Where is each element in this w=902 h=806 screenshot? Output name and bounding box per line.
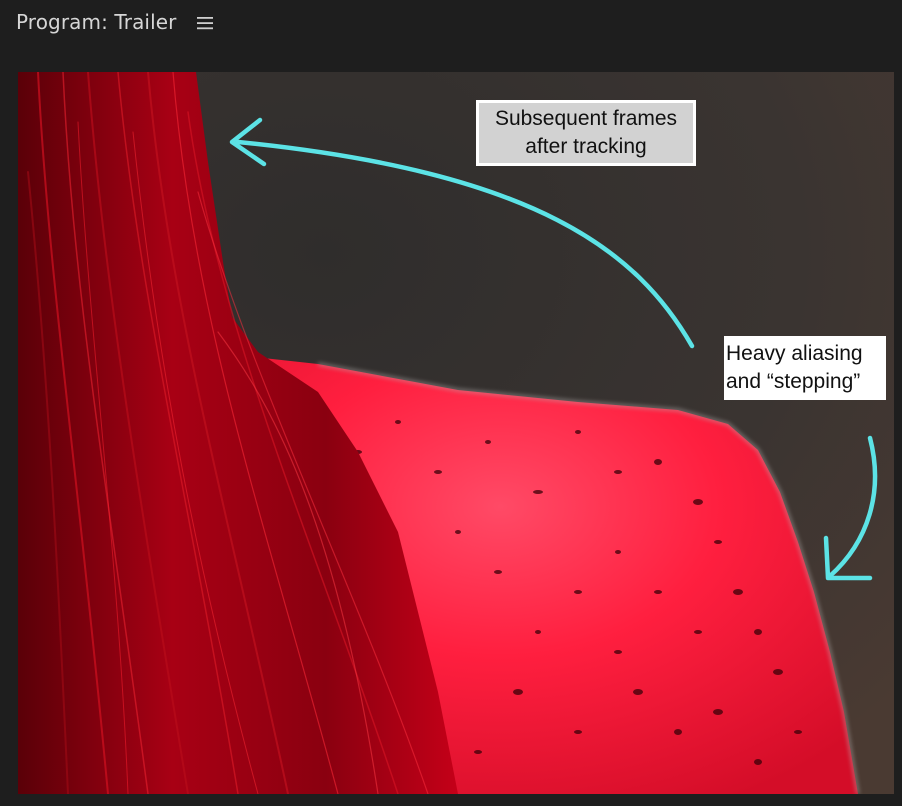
- annotation-top-line1: Subsequent frames: [494, 107, 678, 130]
- video-frame: [18, 72, 894, 794]
- annotation-top-line2: after tracking: [525, 135, 647, 158]
- annotation-right-line2: and “stepping”: [726, 370, 861, 393]
- panel-title: Program: Trailer: [16, 10, 177, 34]
- annotation-right-line1: Heavy aliasing: [726, 342, 863, 365]
- annotation-subsequent-frames: Subsequent frames after tracking: [476, 100, 696, 166]
- annotation-heavy-aliasing: Heavy aliasing and “stepping”: [724, 336, 886, 400]
- program-monitor-viewer[interactable]: Subsequent frames after tracking Heavy a…: [18, 72, 894, 794]
- hamburger-menu-icon[interactable]: [196, 14, 214, 32]
- panel-header: Program: Trailer: [0, 0, 902, 46]
